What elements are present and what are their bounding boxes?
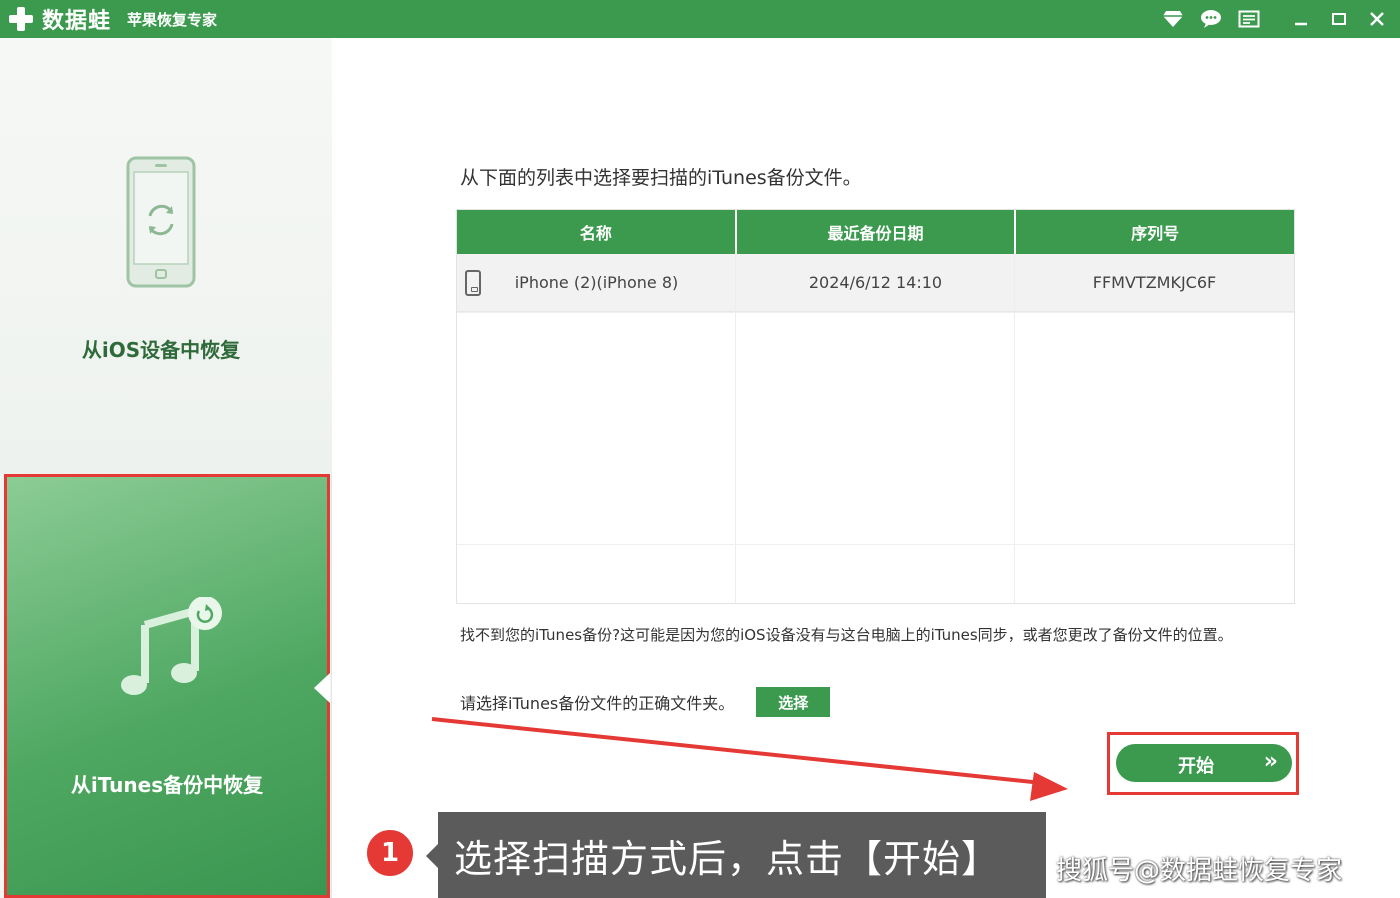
start-highlight-box: 开始 » (1107, 732, 1299, 795)
column-header-serial[interactable]: 序列号 (1016, 210, 1294, 254)
minimize-icon[interactable] (1288, 6, 1314, 32)
cell-serial: FFMVTZMKJC6F (1092, 273, 1217, 292)
sidebar-item-ios-label: 从iOS设备中恢复 (81, 338, 241, 362)
title-bar: 数据蛙 苹果恢复专家 (0, 0, 1400, 38)
app-name: 数据蛙 (42, 9, 112, 34)
backup-table: 名称 最近备份日期 序列号 iPhone (2)(iPhone 8) 2024/… (456, 209, 1295, 604)
app-subtitle: 苹果恢复专家 (127, 10, 218, 29)
diamond-icon[interactable] (1160, 6, 1186, 32)
phone-icon (465, 270, 481, 296)
window-controls (1160, 0, 1390, 38)
choose-folder-button[interactable]: 选择 (756, 687, 831, 717)
maximize-icon[interactable] (1326, 6, 1352, 32)
chat-icon[interactable] (1198, 6, 1224, 32)
close-icon[interactable] (1364, 6, 1390, 32)
start-button-label: 开始 (1178, 756, 1214, 777)
cell-device-name: iPhone (2)(iPhone 8) (514, 273, 679, 292)
menu-icon[interactable] (1236, 6, 1262, 32)
missing-backup-hint: 找不到您的iTunes备份?这可能是因为您的iOS设备没有与这台电脑上的iTun… (460, 626, 1233, 644)
sidebar-item-itunes-label: 从iTunes备份中恢复 (70, 773, 264, 797)
column-header-name[interactable]: 名称 (457, 210, 737, 254)
start-button[interactable]: 开始 » (1116, 744, 1292, 782)
choose-folder-row: 请选择iTunes备份文件的正确文件夹。 选择 (460, 687, 831, 717)
cross-logo-icon (6, 4, 36, 34)
choose-folder-text: 请选择iTunes备份文件的正确文件夹。 (460, 694, 735, 713)
sidebar: 从iOS设备中恢复 从iTunes备份中恢复 (0, 38, 332, 898)
music-note-icon (121, 597, 222, 695)
watermark-text: 搜狐号@数据蛙恢复专家 (1056, 856, 1343, 886)
phone-refresh-icon (126, 156, 196, 288)
cell-backup-date: 2024/6/12 14:10 (808, 273, 943, 292)
column-header-date[interactable]: 最近备份日期 (737, 210, 1017, 254)
app-logo: 数据蛙 (6, 3, 111, 35)
sidebar-item-ios-recovery[interactable]: 从iOS设备中恢复 (0, 38, 332, 474)
step-callout: 选择扫描方式后，点击【开始】 (426, 812, 1046, 898)
sidebar-item-itunes-recovery[interactable]: 从iTunes备份中恢复 (4, 474, 330, 898)
table-row[interactable]: iPhone (2)(iPhone 8) 2024/6/12 14:10 FFM… (457, 254, 1294, 312)
double-chevron-right-icon: » (1263, 749, 1278, 774)
instruction-text: 从下面的列表中选择要扫描的iTunes备份文件。 (460, 167, 862, 189)
selection-pointer (314, 673, 330, 703)
table-header: 名称 最近备份日期 序列号 (457, 210, 1294, 254)
step-number-badge: 1 (364, 827, 416, 879)
